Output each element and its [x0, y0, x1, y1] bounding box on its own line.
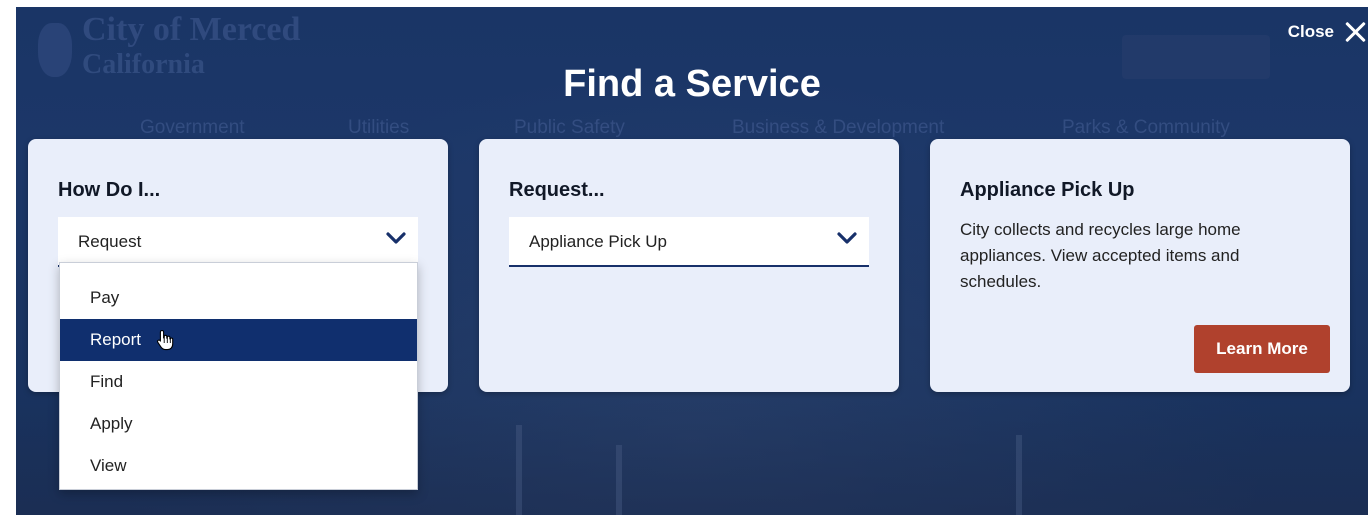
learn-more-button[interactable]: Learn More	[1194, 325, 1330, 373]
result-description: City collects and recycles large home ap…	[960, 220, 1241, 291]
background-nav-item: Public Safety	[514, 117, 625, 138]
how-do-i-select[interactable]: Request	[58, 217, 418, 267]
background-lamp-post	[616, 445, 622, 515]
background-nav-item: Business & Development	[732, 117, 945, 138]
background-nav-item: Government	[140, 117, 245, 138]
close-button[interactable]: Close	[1288, 19, 1368, 45]
background-lamp-post	[516, 425, 522, 515]
request-card: Request... Appliance Pick Up	[479, 139, 899, 392]
background-nav-item: Utilities	[348, 117, 410, 138]
how-do-i-selected-value: Request	[78, 232, 142, 251]
dropdown-option-apply[interactable]: Apply	[60, 403, 417, 445]
modal-title: Find a Service	[563, 63, 821, 105]
hand-pointer-cursor-icon	[156, 329, 174, 351]
request-select[interactable]: Appliance Pick Up	[509, 217, 869, 267]
chevron-down-icon	[386, 232, 406, 244]
dropdown-option-pay[interactable]: Pay	[60, 277, 417, 319]
background-nav-item: Parks & Community	[1062, 117, 1230, 138]
request-selected-value: Appliance Pick Up	[529, 232, 667, 251]
close-x-icon	[1342, 19, 1368, 45]
how-do-i-heading: How Do I...	[58, 179, 161, 201]
chevron-down-icon	[837, 232, 857, 244]
background-logo-line1: City of Merced	[82, 11, 301, 48]
close-label: Close	[1287, 22, 1334, 41]
how-do-i-dropdown-menu: Pay Report Find Apply View	[59, 262, 418, 490]
result-heading: Appliance Pick Up	[960, 179, 1135, 201]
dropdown-option-report-label: Report	[90, 330, 142, 349]
result-card: Appliance Pick Up City collects and recy…	[930, 139, 1350, 392]
dropdown-option-view[interactable]: View	[60, 445, 417, 487]
request-heading: Request...	[509, 179, 605, 201]
dropdown-option-find[interactable]: Find	[60, 361, 417, 403]
dropdown-option-report[interactable]: Report	[60, 319, 417, 361]
background-lamp-post	[1016, 435, 1022, 515]
